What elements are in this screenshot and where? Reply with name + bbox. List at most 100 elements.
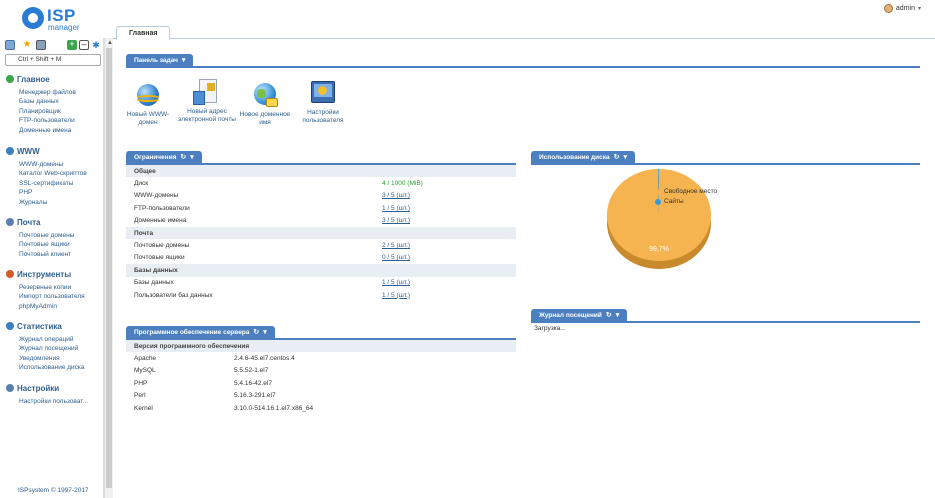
table-row: Базы данных 1 / 5 (шт.)	[126, 277, 516, 289]
table-section-row: Базы данных	[126, 264, 516, 277]
limit-value[interactable]: 1 / 5 (шт.)	[374, 202, 516, 214]
table-row: Диск 4 / 1000 (MiB)	[126, 177, 516, 189]
table-header-row: Версия программного обеспечения	[126, 340, 516, 353]
nav-group-header[interactable]: Статистика	[6, 321, 102, 331]
software-name: Perl	[134, 392, 146, 400]
disk-usage-divider	[531, 163, 920, 165]
sidebar-item[interactable]: Журнал операций	[6, 335, 102, 344]
home-icon	[6, 75, 14, 83]
sidebar-item[interactable]: phpMyAdmin	[6, 302, 102, 311]
expand-all-icon[interactable]: +	[67, 40, 77, 50]
table-row: FTP-пользователи 1 / 5 (шт.)	[126, 202, 516, 214]
new-email-shortcut[interactable]: Новый адрес электронной почты	[177, 79, 237, 123]
sidebar-item[interactable]: Резервные копии	[6, 283, 102, 292]
section-label: Общее	[126, 165, 516, 178]
legend-dot	[655, 189, 661, 195]
pin-icon[interactable]: ✱	[91, 40, 101, 50]
new-www-domain-label: Новый WWW-домен	[126, 111, 170, 126]
limit-value[interactable]: 0 / 5 (шт.)	[374, 252, 516, 264]
software-table: Версия программного обеспечения Apache 2.4…	[126, 340, 516, 414]
user-menu[interactable]: admin ▾	[883, 4, 921, 13]
nav-group: Главное Менеджер файлов Базы данных Планиро…	[6, 74, 102, 135]
chevron-down-icon: ▾	[917, 6, 921, 12]
ispmanager-logo[interactable]: ISP manager	[22, 7, 92, 33]
sidebar-item[interactable]: Каталог Web-скриптов	[6, 169, 102, 178]
nav-group-title: Главное	[17, 74, 50, 84]
software-name: PHP	[134, 379, 148, 387]
software-version: 2.4.6-45.el7.centos.4	[234, 355, 295, 363]
sidebar-item[interactable]: Журналы	[6, 198, 102, 207]
stats-icon	[6, 322, 14, 330]
nav-group: Статистика Журнал операций Журнал посещени…	[6, 321, 102, 373]
table-row: Apache 2.4.6-45.el7.centos.4	[126, 352, 516, 364]
collapse-all-icon[interactable]: –	[79, 40, 89, 50]
limit-name: FTP-пользователи	[134, 204, 190, 212]
section-label: Базы данных	[126, 264, 516, 277]
limit-value[interactable]: 2 / 5 (шт.)	[374, 239, 516, 251]
nav-group-header[interactable]: WWW	[6, 146, 102, 156]
sidebar-item[interactable]: WWW-домены	[6, 160, 102, 169]
sidebar-item[interactable]: Уведомления	[6, 354, 102, 363]
sidebar-scrollbar[interactable]: ▲	[104, 38, 113, 498]
nav-group-header[interactable]: Почта	[6, 217, 102, 227]
nav-group-title: Инструменты	[17, 269, 72, 279]
limit-name: WWW-домены	[134, 192, 179, 200]
sidebar-item[interactable]: Импорт пользователя	[6, 292, 102, 301]
favorites-star-icon[interactable]: ★	[22, 40, 32, 50]
table-section-row: Общее	[126, 165, 516, 178]
globe-icon	[6, 147, 14, 155]
sidebar-item[interactable]: Базы данных	[6, 97, 102, 106]
scrollbar-thumb[interactable]	[106, 48, 112, 488]
sidebar-item[interactable]: Настройки пользоват...	[6, 397, 102, 406]
sidebar: ★ + – ✱ Ctrl + Shift + M Главное Менеджер…	[0, 38, 104, 498]
column-header[interactable]: Версия программного обеспечения	[126, 340, 516, 353]
limit-value[interactable]: 3 / 5 (шт.)	[374, 215, 516, 227]
legend-item[interactable]: Сайты	[655, 197, 717, 207]
sidebar-item[interactable]: FTP-пользователи	[6, 116, 102, 125]
limit-name: Доменные имена	[134, 217, 187, 225]
software-version: 5.4.16-42.el7	[234, 379, 272, 387]
tab-main[interactable]: Главная	[116, 26, 171, 40]
table-row: MySQL 5.5.52-1.el7	[126, 365, 516, 377]
new-www-domain-shortcut[interactable]: Новый WWW-домен	[118, 82, 178, 126]
mail-add-icon	[193, 79, 221, 105]
sidebar-item[interactable]: Доменные имена	[6, 126, 102, 135]
nav-group-title: WWW	[17, 146, 40, 156]
nav-group-title: Статистика	[17, 321, 62, 331]
software-version: 5.5.52-1.el7	[234, 367, 269, 375]
sidebar-item[interactable]: Планировщик	[6, 107, 102, 116]
table-row: Kernel 3.10.0-514.16.1.el7.x86_64	[126, 402, 516, 414]
nav-group-title: Настройки	[17, 383, 60, 393]
menu-search-input[interactable]: Ctrl + Shift + M	[5, 54, 101, 66]
sidebar-item[interactable]: Почтовые ящики	[6, 240, 102, 249]
sidebar-item[interactable]: Почтовый клиент	[6, 250, 102, 259]
sidebar-item[interactable]: SSL-сертификаты	[6, 179, 102, 188]
limits-table: Общее Диск 4 / 1000 (MiB) WWW-домены 3 / 5 (…	[126, 165, 516, 301]
software-version: 3.10.0-514.16.1.el7.x86_64	[234, 404, 314, 412]
limit-value[interactable]: 1 / 5 (шт.)	[374, 289, 516, 301]
mail-icon	[6, 218, 14, 226]
sidebar-item[interactable]: Журнал посещений	[6, 344, 102, 353]
nav-group-header[interactable]: Настройки	[6, 383, 102, 393]
new-email-label: Новый адрес электронной почты	[178, 108, 236, 123]
user-settings-shortcut[interactable]: Настройки пользователя	[293, 80, 353, 124]
software-name: MySQL	[134, 367, 156, 375]
pie-data-label: 99,7%	[649, 246, 669, 253]
globe-add-icon	[134, 82, 162, 108]
logo-circle-icon	[22, 7, 44, 29]
sidebar-item[interactable]: Использование диска	[6, 363, 102, 372]
menu-view-icon[interactable]	[5, 40, 15, 50]
new-domain-shortcut[interactable]: Новое доменное имя	[235, 82, 295, 126]
sidebar-item[interactable]: Менеджер файлов	[6, 88, 102, 97]
user-icon	[883, 4, 893, 13]
limit-value[interactable]: 3 / 5 (шт.)	[374, 190, 516, 202]
legend-item[interactable]: Свободное место	[655, 187, 717, 197]
limit-value[interactable]: 1 / 5 (шт.)	[374, 277, 516, 289]
briefcase-icon[interactable]	[36, 40, 46, 50]
sidebar-item[interactable]: PHP	[6, 188, 102, 197]
sidebar-item[interactable]: Почтовые домены	[6, 231, 102, 240]
nav-group-header[interactable]: Инструменты	[6, 269, 102, 279]
nav-group-header[interactable]: Главное	[6, 74, 102, 84]
new-domain-label: Новое доменное имя	[239, 111, 291, 126]
limit-name: Диск	[134, 180, 149, 188]
